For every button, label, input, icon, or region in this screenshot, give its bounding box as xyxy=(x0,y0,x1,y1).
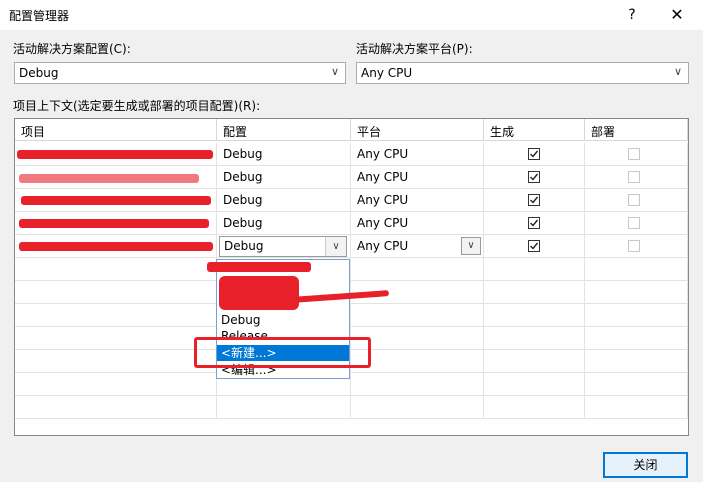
solution-config-value: Debug xyxy=(19,66,59,80)
table-row[interactable]: Debug Any CPU xyxy=(15,189,688,212)
column-header-config[interactable]: 配置 xyxy=(217,119,351,141)
build-checkbox[interactable] xyxy=(528,240,540,252)
help-button[interactable]: ? xyxy=(620,0,644,30)
redaction-mark xyxy=(19,219,209,228)
build-cell xyxy=(484,235,585,258)
empty-row xyxy=(15,304,688,327)
redaction-mark xyxy=(19,242,213,251)
solution-config-label: 活动解决方案配置(C): xyxy=(13,42,131,56)
solution-platform-combo[interactable]: Any CPU ∨ xyxy=(356,62,689,84)
column-header-deploy[interactable]: 部署 xyxy=(585,119,688,141)
table-row[interactable]: Debug Any CPU xyxy=(15,143,688,166)
build-cell xyxy=(484,212,585,235)
build-checkbox[interactable] xyxy=(528,171,540,183)
table-row[interactable]: Debug ∨ Any CPU ∨ xyxy=(15,235,688,258)
deploy-cell xyxy=(585,189,688,212)
project-grid[interactable]: 项目 配置 平台 生成 部署 Debug Any CPU Debug Any C… xyxy=(14,118,689,436)
redaction-mark xyxy=(17,150,213,159)
redaction-mark xyxy=(19,174,199,183)
chevron-down-icon[interactable]: ∨ xyxy=(325,237,346,256)
build-cell xyxy=(484,143,585,166)
deploy-checkbox xyxy=(628,217,640,229)
chevron-down-icon: ∨ xyxy=(330,65,339,78)
config-cell[interactable]: Debug xyxy=(217,212,351,235)
column-header-build[interactable]: 生成 xyxy=(484,119,585,141)
annotation-highlight xyxy=(194,337,371,368)
config-cell[interactable]: Debug xyxy=(217,189,351,212)
deploy-cell xyxy=(585,212,688,235)
deploy-checkbox xyxy=(628,148,640,160)
chevron-down-icon[interactable]: ∨ xyxy=(461,237,481,255)
solution-platform-value: Any CPU xyxy=(361,66,413,80)
window-title: 配置管理器 xyxy=(9,9,70,23)
project-cell xyxy=(15,189,217,212)
platform-cell[interactable]: Any CPU ∨ xyxy=(351,235,484,258)
platform-cell[interactable]: Any CPU xyxy=(351,189,484,212)
config-cell[interactable]: Debug xyxy=(217,143,351,166)
platform-cell[interactable]: Any CPU xyxy=(351,166,484,189)
config-cell[interactable]: Debug xyxy=(217,166,351,189)
chevron-down-icon: ∨ xyxy=(673,65,682,78)
window-close-icon[interactable]: ✕ xyxy=(665,0,689,30)
empty-row xyxy=(15,258,688,281)
build-checkbox[interactable] xyxy=(528,148,540,160)
row-config-combo[interactable]: Debug ∨ xyxy=(219,236,347,257)
platform-cell[interactable]: Any CPU xyxy=(351,143,484,166)
project-cell xyxy=(15,212,217,235)
build-checkbox[interactable] xyxy=(528,217,540,229)
column-header-project[interactable]: 项目 xyxy=(15,119,217,141)
config-cell[interactable]: Debug ∨ xyxy=(217,235,351,258)
build-checkbox[interactable] xyxy=(528,194,540,206)
build-cell xyxy=(484,166,585,189)
redaction-mark xyxy=(219,276,299,310)
deploy-cell xyxy=(585,143,688,166)
deploy-checkbox xyxy=(628,171,640,183)
deploy-checkbox xyxy=(628,194,640,206)
column-header-platform[interactable]: 平台 xyxy=(351,119,484,141)
solution-config-combo[interactable]: Debug ∨ xyxy=(14,62,346,84)
deploy-cell xyxy=(585,235,688,258)
deploy-cell xyxy=(585,166,688,189)
platform-cell[interactable]: Any CPU xyxy=(351,212,484,235)
table-row[interactable]: Debug Any CPU xyxy=(15,166,688,189)
empty-row xyxy=(15,373,688,396)
project-cell xyxy=(15,235,217,258)
build-cell xyxy=(484,189,585,212)
redaction-mark xyxy=(207,262,311,272)
dropdown-item-debug[interactable]: Debug xyxy=(217,312,349,328)
deploy-checkbox xyxy=(628,240,640,252)
table-row[interactable]: Debug Any CPU xyxy=(15,212,688,235)
empty-row xyxy=(15,396,688,419)
title-bar: 配置管理器 ? ✕ xyxy=(0,0,703,30)
project-cell xyxy=(15,166,217,189)
grid-label: 项目上下文(选定要生成或部署的项目配置)(R): xyxy=(13,99,261,113)
solution-platform-label: 活动解决方案平台(P): xyxy=(356,42,473,56)
redaction-mark xyxy=(21,196,211,205)
project-cell xyxy=(15,143,217,166)
close-button[interactable]: 关闭 xyxy=(603,452,688,478)
